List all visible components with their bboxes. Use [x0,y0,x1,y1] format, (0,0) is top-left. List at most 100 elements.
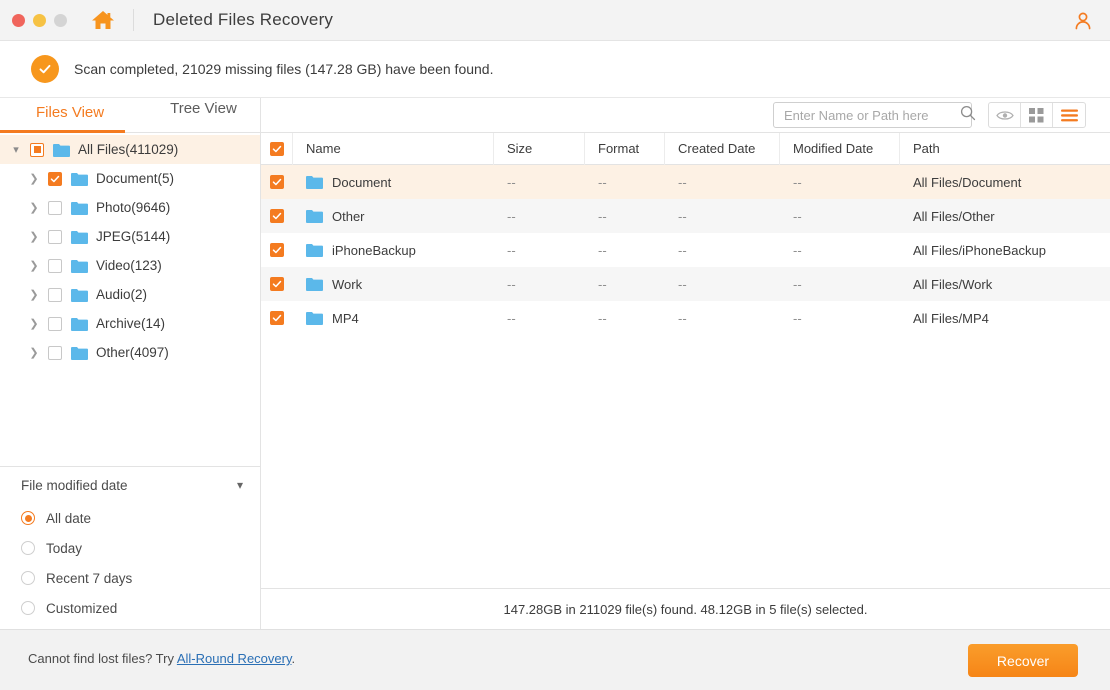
checkbox-audio[interactable] [48,288,62,302]
cell-path: All Files/Work [900,267,1110,301]
filter-option-label: Today [46,541,82,556]
checkbox-document[interactable] [48,172,62,186]
search-input[interactable] [784,108,960,123]
folder-icon [71,230,88,244]
chevron-right-icon[interactable]: ❯ [26,259,42,272]
cell-created: -- [665,301,780,335]
minimize-button[interactable] [33,14,46,27]
chevron-right-icon[interactable]: ❯ [26,201,42,214]
row-checkbox[interactable] [270,209,284,223]
tree-item-jpeg[interactable]: ❯ JPEG(5144) [0,222,260,251]
folder-icon [71,259,88,273]
table-row[interactable]: Work -- -- -- -- All Files/Work [261,267,1110,301]
maximize-button[interactable] [54,14,67,27]
user-account-icon[interactable] [1072,10,1094,32]
folder-icon [71,288,88,302]
eye-icon[interactable] [989,102,1021,128]
tree-item-all-files[interactable]: ▾ All Files(411029) [0,135,260,164]
row-checkbox[interactable] [270,311,284,325]
list-icon[interactable] [1053,102,1085,128]
filter-option-recent-7-days[interactable]: Recent 7 days [0,563,260,593]
table-row[interactable]: iPhoneBackup -- -- -- -- All Files/iPhon… [261,233,1110,267]
table-row[interactable]: MP4 -- -- -- -- All Files/MP4 [261,301,1110,335]
tab-files-view[interactable]: Files View [36,98,104,121]
file-modified-date-filter: File modified date ▾ All date Today Rece… [0,466,260,629]
column-header-created[interactable]: Created Date [665,133,780,165]
row-checkbox[interactable] [270,175,284,189]
column-header-size[interactable]: Size [494,133,585,165]
search-box[interactable] [773,102,972,128]
filter-option-all-date[interactable]: All date [0,503,260,533]
filter-option-customized[interactable]: Customized [0,593,260,623]
chevron-right-icon[interactable]: ❯ [26,230,42,243]
chevron-right-icon[interactable]: ❯ [26,288,42,301]
tree-item-label: JPEG(5144) [96,229,170,244]
recover-button[interactable]: Recover [968,644,1078,677]
tree-item-document[interactable]: ❯ Document(5) [0,164,260,193]
filter-header[interactable]: File modified date ▾ [0,467,260,503]
radio-recent-7-days[interactable] [21,571,35,585]
row-name-label: Other [332,209,365,224]
chevron-down-icon[interactable]: ▾ [237,478,243,492]
cell-created: -- [665,165,780,199]
filter-option-today[interactable]: Today [0,533,260,563]
checkbox-all-files[interactable] [30,143,44,157]
filter-title: File modified date [21,478,128,493]
checkbox-archive[interactable] [48,317,62,331]
cell-name: Work [293,267,494,301]
home-icon[interactable] [91,9,115,31]
checkbox-photo[interactable] [48,201,62,215]
radio-all-date[interactable] [21,511,35,525]
radio-customized[interactable] [21,601,35,615]
checkbox-video[interactable] [48,259,62,273]
tree-item-photo[interactable]: ❯ Photo(9646) [0,193,260,222]
tree-item-video[interactable]: ❯ Video(123) [0,251,260,280]
tree-item-other[interactable]: ❯ Other(4097) [0,338,260,367]
folder-icon [306,175,323,189]
window-controls [12,14,67,27]
cell-size: -- [494,301,585,335]
tree-item-label: Other(4097) [96,345,169,360]
grid-icon[interactable] [1021,102,1053,128]
row-checkbox[interactable] [270,243,284,257]
cell-format: -- [585,199,665,233]
search-icon[interactable] [960,105,976,126]
cell-name: iPhoneBackup [293,233,494,267]
tree-item-archive[interactable]: ❯ Archive(14) [0,309,260,338]
checkbox-jpeg[interactable] [48,230,62,244]
column-header-path[interactable]: Path [900,133,1110,165]
table-row[interactable]: Other -- -- -- -- All Files/Other [261,199,1110,233]
scan-status-text: Scan completed, 21029 missing files (147… [74,61,493,77]
tab-tree-view[interactable]: Tree View [170,98,237,117]
column-header-modified[interactable]: Modified Date [780,133,900,165]
chevron-down-icon[interactable]: ▾ [8,143,24,156]
footer-hint: Cannot find lost files? Try All-Round Re… [28,651,295,666]
folder-icon [53,143,70,157]
checkbox-other[interactable] [48,346,62,360]
column-header-format[interactable]: Format [585,133,665,165]
chevron-right-icon[interactable]: ❯ [26,317,42,330]
table-header-row: Name Size Format Created Date Modified D… [261,133,1110,165]
radio-today[interactable] [21,541,35,555]
cell-created: -- [665,199,780,233]
content-toolbar [261,98,1110,133]
tree-item-audio[interactable]: ❯ Audio(2) [0,280,260,309]
column-header-name[interactable]: Name [293,133,494,165]
close-button[interactable] [12,14,25,27]
filter-option-label: Recent 7 days [46,571,132,586]
row-checkbox[interactable] [270,277,284,291]
all-round-recovery-link[interactable]: All-Round Recovery [177,651,292,666]
tree-item-label: Document(5) [96,171,174,186]
tree-item-label: Audio(2) [96,287,147,302]
table-row[interactable]: Document -- -- -- -- All Files/Document [261,165,1110,199]
cell-size: -- [494,199,585,233]
tree-item-label: Video(123) [96,258,162,273]
chevron-right-icon[interactable]: ❯ [26,346,42,359]
checkbox-select-all[interactable] [270,142,284,156]
cell-size: -- [494,165,585,199]
row-name-label: iPhoneBackup [332,243,416,258]
title-separator [133,9,134,31]
cell-size: -- [494,233,585,267]
folder-icon [306,209,323,223]
chevron-right-icon[interactable]: ❯ [26,172,42,185]
